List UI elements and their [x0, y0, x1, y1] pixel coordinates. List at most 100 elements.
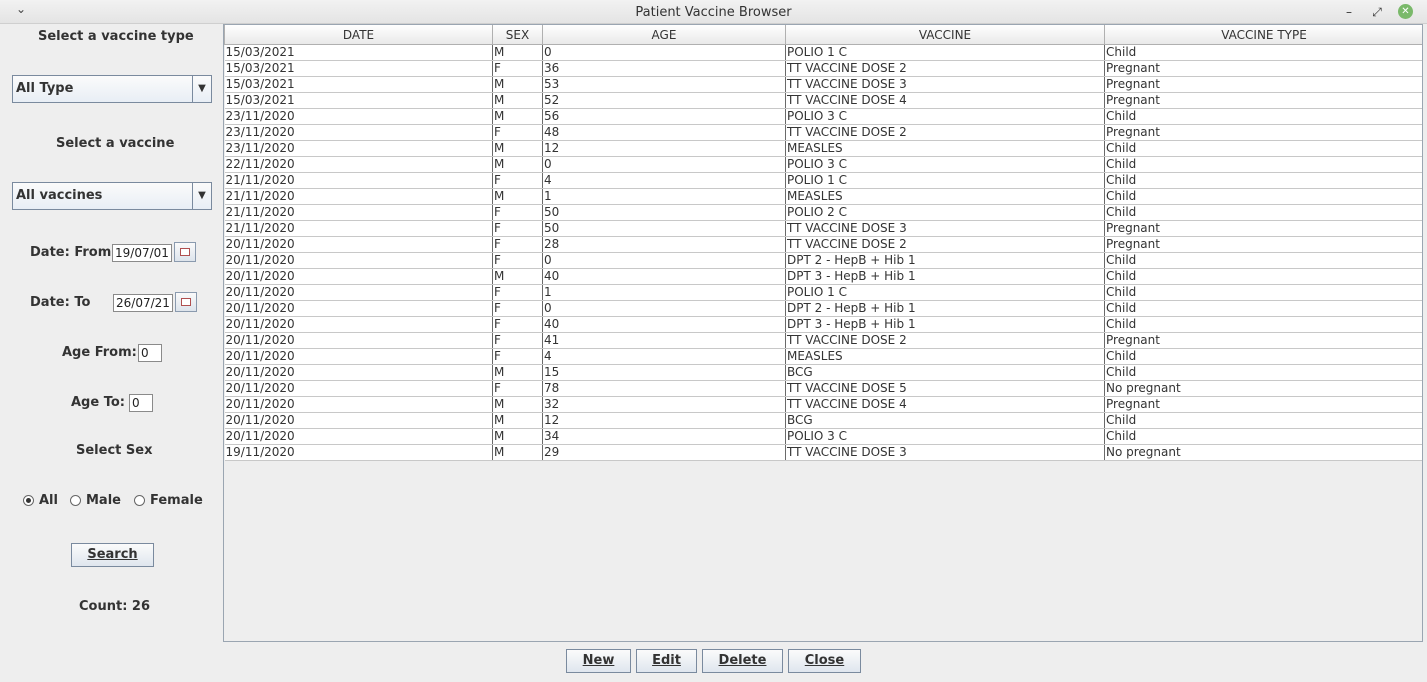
table-row[interactable]: 21/11/2020 F 50 TT VACCINE DOSE 3 Pregnant — [224, 220, 1422, 237]
table-cell[interactable]: M — [492, 444, 543, 461]
table-cell[interactable]: 40 — [542, 268, 786, 285]
table-cell[interactable]: BCG — [785, 412, 1105, 429]
table-cell[interactable]: 20/11/2020 — [224, 364, 493, 381]
table-cell[interactable]: Pregnant — [1104, 332, 1422, 349]
radio-unselected-icon[interactable] — [134, 495, 145, 506]
table-cell[interactable]: 15/03/2021 — [224, 60, 493, 77]
table-cell[interactable]: POLIO 1 C — [785, 44, 1105, 61]
table-cell[interactable]: Child — [1104, 188, 1422, 205]
table-row[interactable]: 20/11/2020 M 15 BCG Child — [224, 364, 1422, 381]
table-cell[interactable]: M — [492, 108, 543, 125]
table-cell[interactable]: 21/11/2020 — [224, 220, 493, 237]
table-cell[interactable]: No pregnant — [1104, 380, 1422, 397]
radio-selected-icon[interactable] — [23, 495, 34, 506]
table-cell[interactable]: 12 — [542, 140, 786, 157]
table-cell[interactable]: Child — [1104, 348, 1422, 365]
table-cell[interactable]: 56 — [542, 108, 786, 125]
table-cell[interactable]: F — [492, 332, 543, 349]
search-button[interactable]: Search — [71, 543, 154, 567]
table-row[interactable]: 20/11/2020 F 1 POLIO 1 C Child — [224, 284, 1422, 301]
table-cell[interactable]: Child — [1104, 316, 1422, 333]
vaccine-table[interactable]: DATE SEX AGE VACCINE VACCINE TYPE 15/03/… — [223, 24, 1423, 642]
column-header-vaccine[interactable]: VACCINE — [785, 25, 1105, 45]
table-cell[interactable]: Pregnant — [1104, 76, 1422, 93]
table-cell[interactable]: Child — [1104, 204, 1422, 221]
table-cell[interactable]: Child — [1104, 364, 1422, 381]
table-cell[interactable]: M — [492, 188, 543, 205]
chevron-down-icon[interactable]: ▼ — [192, 76, 211, 102]
table-cell[interactable]: POLIO 1 C — [785, 172, 1105, 189]
table-cell[interactable]: M — [492, 92, 543, 109]
table-cell[interactable]: 1 — [542, 188, 786, 205]
table-row[interactable]: 20/11/2020 M 12 BCG Child — [224, 412, 1422, 429]
table-row[interactable]: 20/11/2020 F 0 DPT 2 - HepB + Hib 1 Child — [224, 252, 1422, 269]
table-cell[interactable]: 20/11/2020 — [224, 332, 493, 349]
table-cell[interactable]: Pregnant — [1104, 60, 1422, 77]
table-cell[interactable]: MEASLES — [785, 188, 1105, 205]
table-cell[interactable]: Child — [1104, 108, 1422, 125]
table-cell[interactable]: 15/03/2021 — [224, 92, 493, 109]
table-cell[interactable]: DPT 2 - HepB + Hib 1 — [785, 252, 1105, 269]
table-row[interactable]: 20/11/2020 F 78 TT VACCINE DOSE 5 No pregnan… — [224, 380, 1422, 397]
table-row[interactable]: 23/11/2020 M 12 MEASLES Child — [224, 140, 1422, 157]
table-cell[interactable]: 50 — [542, 204, 786, 221]
table-cell[interactable]: F — [492, 252, 543, 269]
table-row[interactable]: 20/11/2020 F 0 DPT 2 - HepB + Hib 1 Child — [224, 300, 1422, 317]
table-cell[interactable]: 20/11/2020 — [224, 268, 493, 285]
table-cell[interactable]: F — [492, 204, 543, 221]
table-cell[interactable]: TT VACCINE DOSE 2 — [785, 60, 1105, 77]
table-cell[interactable]: M — [492, 364, 543, 381]
table-cell[interactable]: 1 — [542, 284, 786, 301]
table-row[interactable]: 21/11/2020 F 50 POLIO 2 C Child — [224, 204, 1422, 221]
table-cell[interactable]: 15/03/2021 — [224, 44, 493, 61]
table-cell[interactable]: M — [492, 156, 543, 173]
edit-button[interactable]: Edit — [636, 649, 697, 673]
table-cell[interactable]: POLIO 3 C — [785, 108, 1105, 125]
maximize-icon[interactable]: ⤢ — [1369, 4, 1385, 20]
table-cell[interactable]: M — [492, 76, 543, 93]
sex-radio-all[interactable]: All — [23, 493, 58, 508]
table-cell[interactable]: TT VACCINE DOSE 2 — [785, 236, 1105, 253]
table-row[interactable]: 20/11/2020 M 32 TT VACCINE DOSE 4 Pregnant — [224, 396, 1422, 413]
table-cell[interactable]: Pregnant — [1104, 396, 1422, 413]
table-cell[interactable]: 15/03/2021 — [224, 76, 493, 93]
table-row[interactable]: 21/11/2020 F 4 POLIO 1 C Child — [224, 172, 1422, 189]
column-header-age[interactable]: AGE — [542, 25, 786, 45]
table-cell[interactable]: 19/11/2020 — [224, 444, 493, 461]
new-button[interactable]: New — [566, 649, 631, 673]
table-cell[interactable]: TT VACCINE DOSE 4 — [785, 396, 1105, 413]
chevron-down-icon[interactable]: ▼ — [192, 183, 211, 209]
table-row[interactable]: 20/11/2020 M 40 DPT 3 - HepB + Hib 1 Child — [224, 268, 1422, 285]
table-cell[interactable]: F — [492, 172, 543, 189]
table-cell[interactable]: DPT 3 - HepB + Hib 1 — [785, 316, 1105, 333]
sex-radio-male[interactable]: Male — [70, 493, 121, 508]
table-row[interactable]: 22/11/2020 M 0 POLIO 3 C Child — [224, 156, 1422, 173]
table-cell[interactable]: Child — [1104, 172, 1422, 189]
table-cell[interactable]: Child — [1104, 252, 1422, 269]
table-cell[interactable]: TT VACCINE DOSE 3 — [785, 444, 1105, 461]
table-cell[interactable]: F — [492, 316, 543, 333]
table-cell[interactable]: No pregnant — [1104, 444, 1422, 461]
column-header-vaccine-type[interactable]: VACCINE TYPE — [1104, 25, 1422, 45]
vaccine-select[interactable]: All vaccines ▼ — [12, 182, 212, 210]
table-cell[interactable]: Pregnant — [1104, 236, 1422, 253]
table-cell[interactable]: F — [492, 124, 543, 141]
table-cell[interactable]: F — [492, 220, 543, 237]
table-cell[interactable]: M — [492, 268, 543, 285]
table-cell[interactable]: 40 — [542, 316, 786, 333]
table-cell[interactable]: 0 — [542, 156, 786, 173]
table-cell[interactable]: TT VACCINE DOSE 2 — [785, 332, 1105, 349]
table-cell[interactable]: M — [492, 396, 543, 413]
age-to-field[interactable]: 0 — [129, 394, 153, 412]
table-cell[interactable]: POLIO 2 C — [785, 204, 1105, 221]
table-cell[interactable]: 23/11/2020 — [224, 140, 493, 157]
table-cell[interactable]: Pregnant — [1104, 220, 1422, 237]
column-header-sex[interactable]: SEX — [492, 25, 543, 45]
table-cell[interactable]: 20/11/2020 — [224, 428, 493, 445]
table-cell[interactable]: 32 — [542, 396, 786, 413]
table-row[interactable]: 20/11/2020 F 41 TT VACCINE DOSE 2 Pregnant — [224, 332, 1422, 349]
table-cell[interactable]: 20/11/2020 — [224, 236, 493, 253]
table-cell[interactable]: M — [492, 428, 543, 445]
table-cell[interactable]: 4 — [542, 348, 786, 365]
table-cell[interactable]: 50 — [542, 220, 786, 237]
